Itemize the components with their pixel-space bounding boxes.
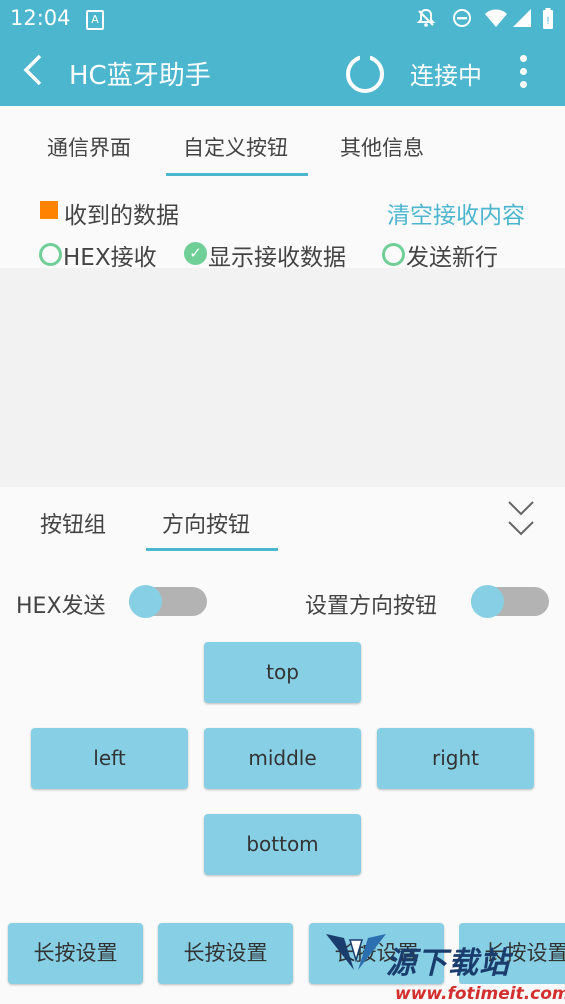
lower-tab-indicator — [146, 548, 278, 551]
show-received-check-icon[interactable]: ✓ — [184, 242, 207, 265]
status-bar — [0, 0, 565, 38]
battery-icon: ! — [542, 8, 554, 33]
send-newline-radio-icon[interactable] — [382, 243, 405, 266]
top-button[interactable]: top — [204, 642, 361, 703]
watermark-text: 源下载站 — [386, 946, 510, 981]
long-press-button-1[interactable]: 长按设置 — [8, 923, 143, 984]
received-data-label: 收到的数据 — [64, 203, 179, 229]
hex-send-label: HEX发送 — [16, 594, 106, 619]
wifi-icon — [484, 8, 508, 31]
app-notification-icon: A — [86, 10, 104, 30]
received-data-marker — [40, 201, 58, 219]
do-not-disturb-icon — [452, 8, 472, 31]
received-data-area[interactable] — [0, 268, 565, 487]
notifications-off-icon — [416, 8, 436, 31]
tab-direction-buttons[interactable]: 方向按钮 — [162, 507, 250, 539]
set-direction-label: 设置方向按钮 — [305, 594, 438, 619]
signal-icon — [512, 8, 532, 31]
connection-status[interactable]: 连接中 — [410, 56, 482, 91]
tab-communication[interactable]: 通信界面 — [47, 132, 131, 162]
watermark-url: www.fotimeit.com — [395, 984, 565, 1004]
svg-text:!: ! — [546, 16, 550, 27]
tab-indicator — [166, 173, 308, 176]
watermark-logo-icon — [324, 930, 388, 978]
tab-other-info[interactable]: 其他信息 — [340, 132, 424, 162]
send-newline-label[interactable]: 发送新行 — [406, 238, 498, 272]
right-button[interactable]: right — [377, 728, 534, 789]
hex-receive-label[interactable]: HEX接收 — [63, 238, 157, 272]
hex-receive-radio-icon[interactable] — [39, 243, 62, 266]
clear-received-button[interactable]: 清空接收内容 — [387, 196, 525, 230]
hex-send-switch-thumb[interactable] — [129, 585, 162, 618]
collapse-chevron-icon[interactable] — [507, 500, 535, 536]
overflow-menu-icon[interactable] — [520, 55, 528, 94]
left-button[interactable]: left — [31, 728, 188, 789]
middle-button[interactable]: middle — [204, 728, 361, 789]
long-press-button-2[interactable]: 长按设置 — [158, 923, 293, 984]
app-title: HC蓝牙助手 — [69, 61, 211, 91]
tab-button-group[interactable]: 按钮组 — [40, 507, 106, 539]
bottom-button[interactable]: bottom — [204, 814, 361, 875]
spinner-gap — [360, 52, 370, 62]
tab-custom-buttons[interactable]: 自定义按钮 — [183, 132, 288, 162]
status-time: 12:04 — [10, 6, 71, 30]
back-arrow-icon[interactable] — [20, 52, 44, 94]
show-received-label[interactable]: 显示接收数据 — [208, 238, 346, 272]
set-direction-switch-thumb[interactable] — [471, 585, 504, 618]
